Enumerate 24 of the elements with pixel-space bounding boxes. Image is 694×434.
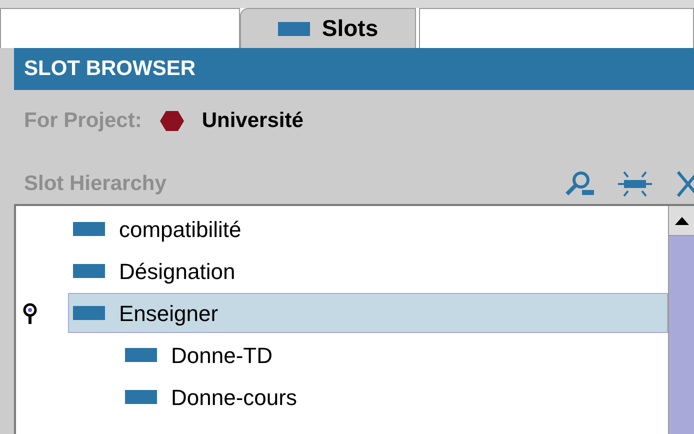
slot-collapse-icon[interactable] — [618, 171, 652, 197]
search-icon[interactable] — [564, 171, 594, 197]
slot-icon — [73, 222, 105, 236]
tree-item[interactable]: Enseigner — [68, 293, 668, 333]
delete-icon[interactable] — [676, 170, 694, 198]
slot-icon — [278, 22, 310, 36]
tree-item[interactable]: Désignation — [68, 251, 236, 291]
project-label: For Project: — [24, 108, 142, 134]
tree-item[interactable]: Donne-TD — [120, 335, 274, 375]
tab[interactable] — [0, 8, 240, 48]
slot-icon — [73, 264, 105, 278]
browser-header: SLOT BROWSER — [14, 48, 694, 90]
slot-icon — [125, 348, 157, 362]
project-name: Université — [202, 108, 304, 134]
tree-item[interactable]: Donne-cours — [120, 377, 298, 417]
scroll-up-icon[interactable] — [674, 216, 688, 224]
slot-icon — [125, 390, 157, 404]
hierarchy-label: Slot Hierarchy — [24, 171, 168, 198]
tab[interactable]: Slots — [240, 8, 416, 48]
tab[interactable] — [419, 8, 694, 48]
project-icon — [160, 111, 184, 131]
scrollbar[interactable] — [668, 206, 694, 434]
tree-item[interactable]: compatibilité — [68, 209, 242, 249]
slot-icon — [73, 306, 105, 320]
